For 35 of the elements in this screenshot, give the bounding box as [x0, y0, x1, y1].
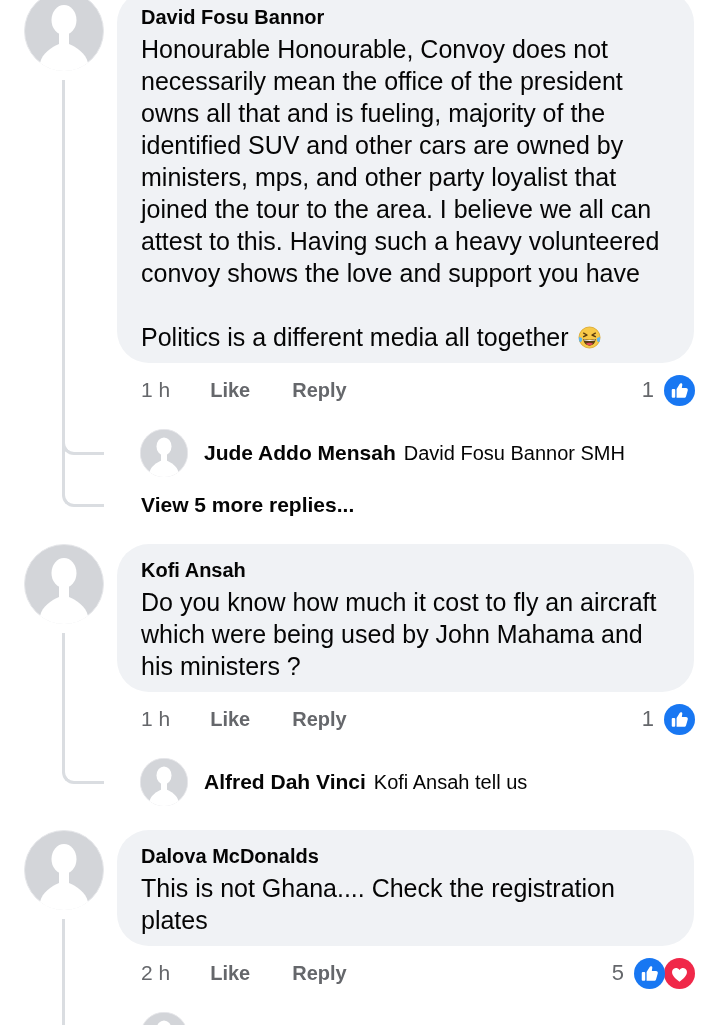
- reaction-count: 1: [641, 376, 654, 404]
- like-button[interactable]: Like: [210, 375, 251, 405]
- reply-author-name[interactable]: Jude Addo Mensah: [204, 441, 396, 465]
- avatar-icon[interactable]: [140, 1012, 188, 1025]
- comment-text: This is not Ghana.... Check the registration plates: [141, 873, 616, 936]
- thumbs-up-icon: [664, 703, 695, 735]
- comment-text: Politics is a different media all together: [141, 322, 569, 353]
- reply-author-name[interactable]: Alfred Dah Vinci: [204, 770, 366, 794]
- reply-button[interactable]: Reply: [292, 375, 347, 405]
- author-name[interactable]: Dalova McDonalds: [141, 842, 670, 870]
- reaction-count: 1: [641, 705, 654, 733]
- reply-text: Kofi Ansah tell us: [373, 770, 528, 794]
- avatar-icon[interactable]: [24, 0, 104, 71]
- avatar-icon[interactable]: [140, 758, 188, 806]
- timestamp-link[interactable]: 2 h: [141, 958, 171, 988]
- reaction-count: 5: [611, 959, 624, 987]
- like-button[interactable]: Like: [210, 958, 251, 988]
- like-button[interactable]: Like: [210, 704, 251, 734]
- reply-connector: [62, 481, 104, 507]
- timestamp-link[interactable]: 1 h: [141, 375, 171, 405]
- reply-button[interactable]: Reply: [292, 704, 347, 734]
- reply-button[interactable]: Reply: [292, 958, 347, 988]
- timestamp-link[interactable]: 1 h: [141, 704, 171, 734]
- comment-text: Honourable Honourable, Convoy does not necessarily mean the office of the president owns all that and is fueling, majority of the identified SUV and other cars are owned by ministers, mps, and other party loyalist that joined the tour to the area. I believe we all can attest to this. Having such a heavy volunteered convoy shows the love and support you have: [141, 34, 661, 289]
- thumbs-up-icon: [634, 957, 665, 989]
- reply-connector: [62, 748, 104, 784]
- avatar-icon[interactable]: [140, 429, 188, 477]
- view-more-replies-link[interactable]: View 5 more replies...: [141, 493, 355, 516]
- thumbs-up-icon: [664, 374, 695, 406]
- comment-text: Do you know how much it cost to fly an aircraft which were being used by John Mahama and his ministers ?: [141, 587, 658, 682]
- author-name[interactable]: David Fosu Bannor: [141, 3, 670, 31]
- avatar-icon[interactable]: [24, 544, 104, 624]
- reply-text: David Fosu Bannor SMH: [403, 441, 625, 465]
- author-name[interactable]: Kofi Ansah: [141, 556, 670, 584]
- avatar-icon[interactable]: [24, 830, 104, 910]
